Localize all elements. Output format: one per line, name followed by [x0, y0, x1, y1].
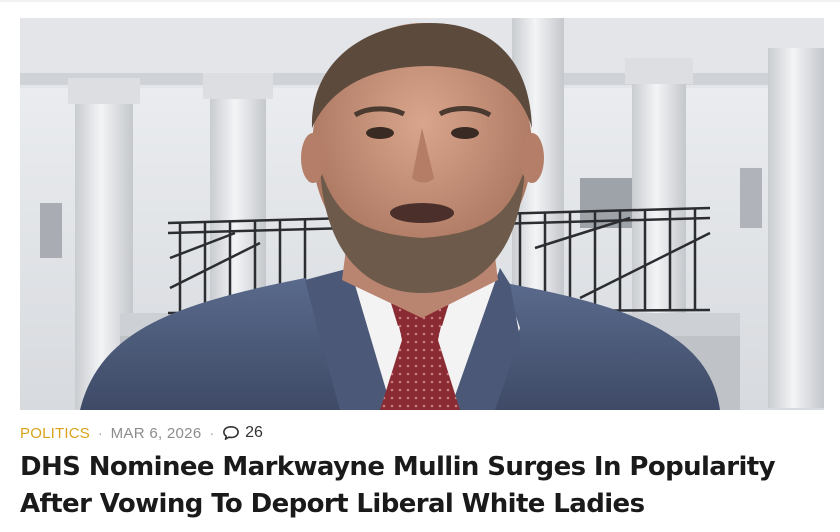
comments-link[interactable]: 26	[222, 424, 263, 442]
meta-separator: ·	[97, 425, 103, 441]
comment-count: 26	[245, 424, 263, 441]
article-headline[interactable]: DHS Nominee Markwayne Mullin Surges In P…	[20, 449, 830, 523]
hero-photo-illustration	[20, 18, 824, 410]
category-link[interactable]: POLITICS	[20, 425, 90, 442]
article-hero-image[interactable]	[20, 18, 824, 410]
speech-bubble-icon	[223, 425, 240, 441]
article-meta: POLITICS · MAR 6, 2026 · 26	[20, 423, 263, 443]
publish-date: MAR 6, 2026	[110, 424, 202, 442]
meta-separator: ·	[209, 425, 215, 441]
top-divider	[0, 0, 840, 2]
